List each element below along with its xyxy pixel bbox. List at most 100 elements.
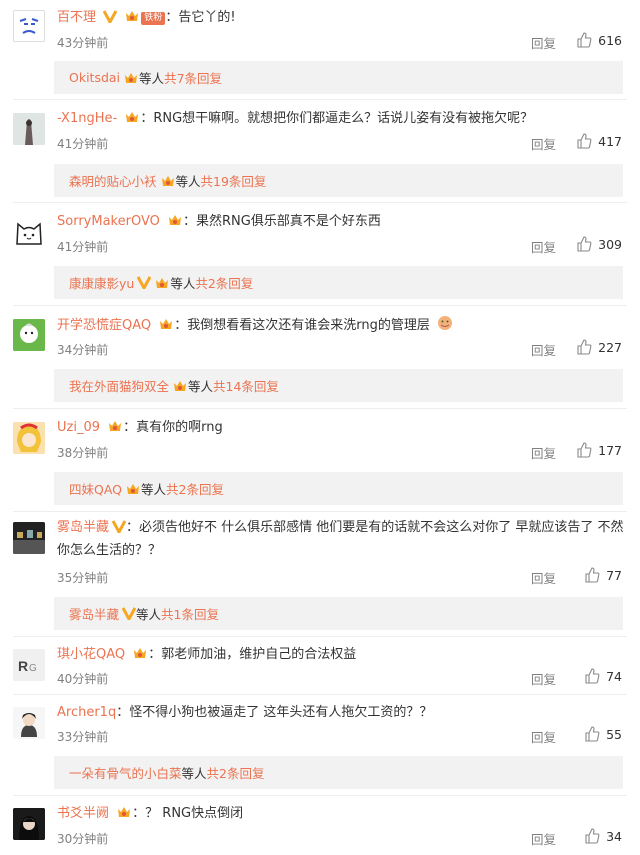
comment-text: ：果然RNG俱乐部真不是个好东西 bbox=[183, 214, 381, 229]
thumbs-up-icon bbox=[585, 726, 600, 742]
svg-text:G: G bbox=[29, 663, 37, 674]
comment-text: ：必须告他好不 什么俱乐部感情 他们要是有的话就不会这么对你了 早就应该告了 不… bbox=[57, 520, 624, 558]
sub-replies-box[interactable]: 森明的贴心小袄 等人 共19条回复 bbox=[54, 164, 623, 197]
sub-replies-box[interactable]: 我在外面猫狗双全 等人 共14条回复 bbox=[54, 369, 623, 402]
comment-item: -X1ngHe- ：RNG想干嘛啊。就想把你们都逼走么？话说儿姿有没有被拖欠呢？… bbox=[0, 109, 640, 209]
like-button[interactable]: 55 bbox=[584, 726, 622, 742]
timestamp: 33分钟前 bbox=[57, 730, 109, 744]
divider bbox=[13, 305, 627, 306]
member-crown-icon bbox=[127, 483, 140, 494]
verified-v-icon bbox=[122, 607, 137, 620]
username-link[interactable]: 琪小花QAQ bbox=[57, 647, 125, 662]
sub-reply-user[interactable]: 一朵有骨气的小白菜 bbox=[69, 763, 182, 782]
username-link[interactable]: SorryMakerOVO bbox=[57, 214, 160, 229]
reply-button[interactable]: 回复 bbox=[531, 33, 556, 52]
sub-reply-count-link[interactable]: 共14条回复 bbox=[213, 376, 279, 395]
comment-body: 百不理 铁粉 ：告它丫的! bbox=[57, 8, 628, 27]
sub-reply-connector: 等人 bbox=[139, 71, 165, 86]
username-link[interactable]: 雾岛半藏 bbox=[57, 520, 109, 535]
reply-button[interactable]: 回复 bbox=[531, 340, 556, 359]
comment-body: 琪小花QAQ ：郭老师加油，维护自己的合法权益 bbox=[57, 645, 628, 664]
comment-text: ：我倒想看看这次还有谁会来洗rng的管理层 bbox=[174, 318, 430, 333]
sub-replies-box[interactable]: 一朵有骨气的小白菜 等人 共2条回复 bbox=[54, 756, 623, 789]
member-crown-icon bbox=[125, 72, 138, 83]
username-link[interactable]: Uzi_09 bbox=[57, 420, 100, 435]
timestamp: 43分钟前 bbox=[57, 36, 109, 50]
comment-item: Archer1q：怪不得小狗也被逼走了 这年头还有人拖欠工资的？？ 33分钟前 … bbox=[0, 703, 640, 803]
sub-reply-connector: 等人 bbox=[188, 379, 214, 394]
sub-reply-user[interactable]: Okitsdai bbox=[69, 70, 120, 85]
divider bbox=[13, 202, 627, 203]
reply-button[interactable]: 回复 bbox=[531, 443, 556, 462]
thumbs-up-icon bbox=[585, 567, 600, 583]
username-link[interactable]: 开学恐慌症QAQ bbox=[57, 318, 151, 333]
member-crown-icon bbox=[161, 175, 174, 186]
comment-text: ：郭老师加油，维护自己的合法权益 bbox=[148, 647, 357, 662]
thumbs-up-icon bbox=[577, 32, 592, 48]
like-button[interactable]: 616 bbox=[576, 32, 622, 48]
reply-button[interactable]: 回复 bbox=[531, 134, 556, 153]
member-crown-icon bbox=[126, 11, 139, 21]
like-button[interactable]: 74 bbox=[584, 668, 622, 684]
sub-reply-count-link[interactable]: 共1条回复 bbox=[161, 604, 219, 623]
member-crown-icon bbox=[156, 277, 169, 288]
like-button[interactable]: 417 bbox=[576, 133, 622, 149]
sub-reply-count-link[interactable]: 共19条回复 bbox=[201, 171, 267, 190]
avatar[interactable] bbox=[13, 216, 45, 248]
sub-reply-count-link[interactable]: 共2条回复 bbox=[195, 273, 253, 292]
like-button[interactable]: 309 bbox=[576, 236, 622, 252]
sub-replies-box[interactable]: 康康康影yu 等人 共2条回复 bbox=[54, 266, 623, 299]
sub-reply-user[interactable]: 康康康影yu bbox=[69, 273, 134, 292]
comment-item: RG 琪小花QAQ ：郭老师加油，维护自己的合法权益 40分钟前 回复 74 bbox=[0, 645, 640, 695]
like-button[interactable]: 177 bbox=[576, 442, 622, 458]
username-link[interactable]: -X1ngHe- bbox=[57, 111, 117, 126]
reply-button[interactable]: 回复 bbox=[531, 237, 556, 256]
thumbs-up-icon bbox=[585, 828, 600, 844]
avatar[interactable] bbox=[13, 522, 45, 554]
sub-replies-box[interactable]: 四妹QAQ 等人 共2条回复 bbox=[54, 472, 623, 505]
comment-body: 开学恐慌症QAQ ：我倒想看看这次还有谁会来洗rng的管理层 bbox=[57, 315, 628, 335]
sub-reply-user[interactable]: 雾岛半藏 bbox=[69, 604, 119, 623]
sub-reply-user[interactable]: 我在外面猫狗双全 bbox=[69, 376, 169, 395]
username-link[interactable]: 百不理 bbox=[57, 10, 96, 25]
like-count: 34 bbox=[606, 828, 622, 844]
comment-item: 雾岛半藏 ：必须告他好不 什么俱乐部感情 他们要是有的话就不会这么对你了 早就应该… bbox=[0, 516, 640, 644]
sub-reply-count-link[interactable]: 共2条回复 bbox=[166, 479, 224, 498]
username-link[interactable]: Archer1q bbox=[57, 705, 116, 720]
sub-reply-connector: 等人 bbox=[136, 607, 162, 622]
verified-v-icon bbox=[103, 10, 118, 23]
username-link[interactable]: 书爻半阙 bbox=[57, 806, 109, 821]
avatar[interactable] bbox=[13, 10, 45, 42]
like-count: 227 bbox=[598, 339, 622, 355]
like-count: 309 bbox=[598, 236, 622, 252]
member-crown-icon bbox=[174, 380, 187, 391]
member-crown-icon bbox=[118, 807, 131, 817]
avatar[interactable] bbox=[13, 707, 45, 739]
sub-reply-user[interactable]: 四妹QAQ bbox=[69, 479, 122, 498]
reply-button[interactable]: 回复 bbox=[531, 669, 556, 688]
like-button[interactable]: 34 bbox=[584, 828, 622, 844]
sub-replies-box[interactable]: Okitsdai 等人 共7条回复 bbox=[54, 61, 623, 94]
avatar[interactable] bbox=[13, 113, 45, 145]
reply-button[interactable]: 回复 bbox=[531, 829, 556, 848]
thumbs-up-icon bbox=[577, 339, 592, 355]
avatar[interactable] bbox=[13, 422, 45, 454]
timestamp: 41分钟前 bbox=[57, 137, 109, 151]
timestamp: 38分钟前 bbox=[57, 446, 109, 460]
sub-reply-count-link[interactable]: 共2条回复 bbox=[207, 763, 265, 782]
member-crown-icon bbox=[126, 112, 139, 122]
like-button[interactable]: 77 bbox=[584, 567, 622, 583]
sub-reply-user[interactable]: 森明的贴心小袄 bbox=[69, 171, 157, 190]
verified-v-icon bbox=[137, 276, 152, 289]
like-button[interactable]: 227 bbox=[576, 339, 622, 355]
sub-replies-box[interactable]: 雾岛半藏 等人 共1条回复 bbox=[54, 597, 623, 630]
avatar[interactable]: RG bbox=[13, 649, 45, 681]
comment-text: ：告它丫的! bbox=[165, 10, 236, 25]
reply-button[interactable]: 回复 bbox=[531, 727, 556, 746]
comment-item: SorryMakerOVO ：果然RNG俱乐部真不是个好东西 41分钟前 回复 … bbox=[0, 212, 640, 312]
sub-reply-count-link[interactable]: 共7条回复 bbox=[164, 68, 222, 87]
member-crown-icon bbox=[160, 319, 173, 329]
avatar[interactable] bbox=[13, 808, 45, 840]
reply-button[interactable]: 回复 bbox=[531, 568, 556, 587]
avatar[interactable] bbox=[13, 319, 45, 351]
